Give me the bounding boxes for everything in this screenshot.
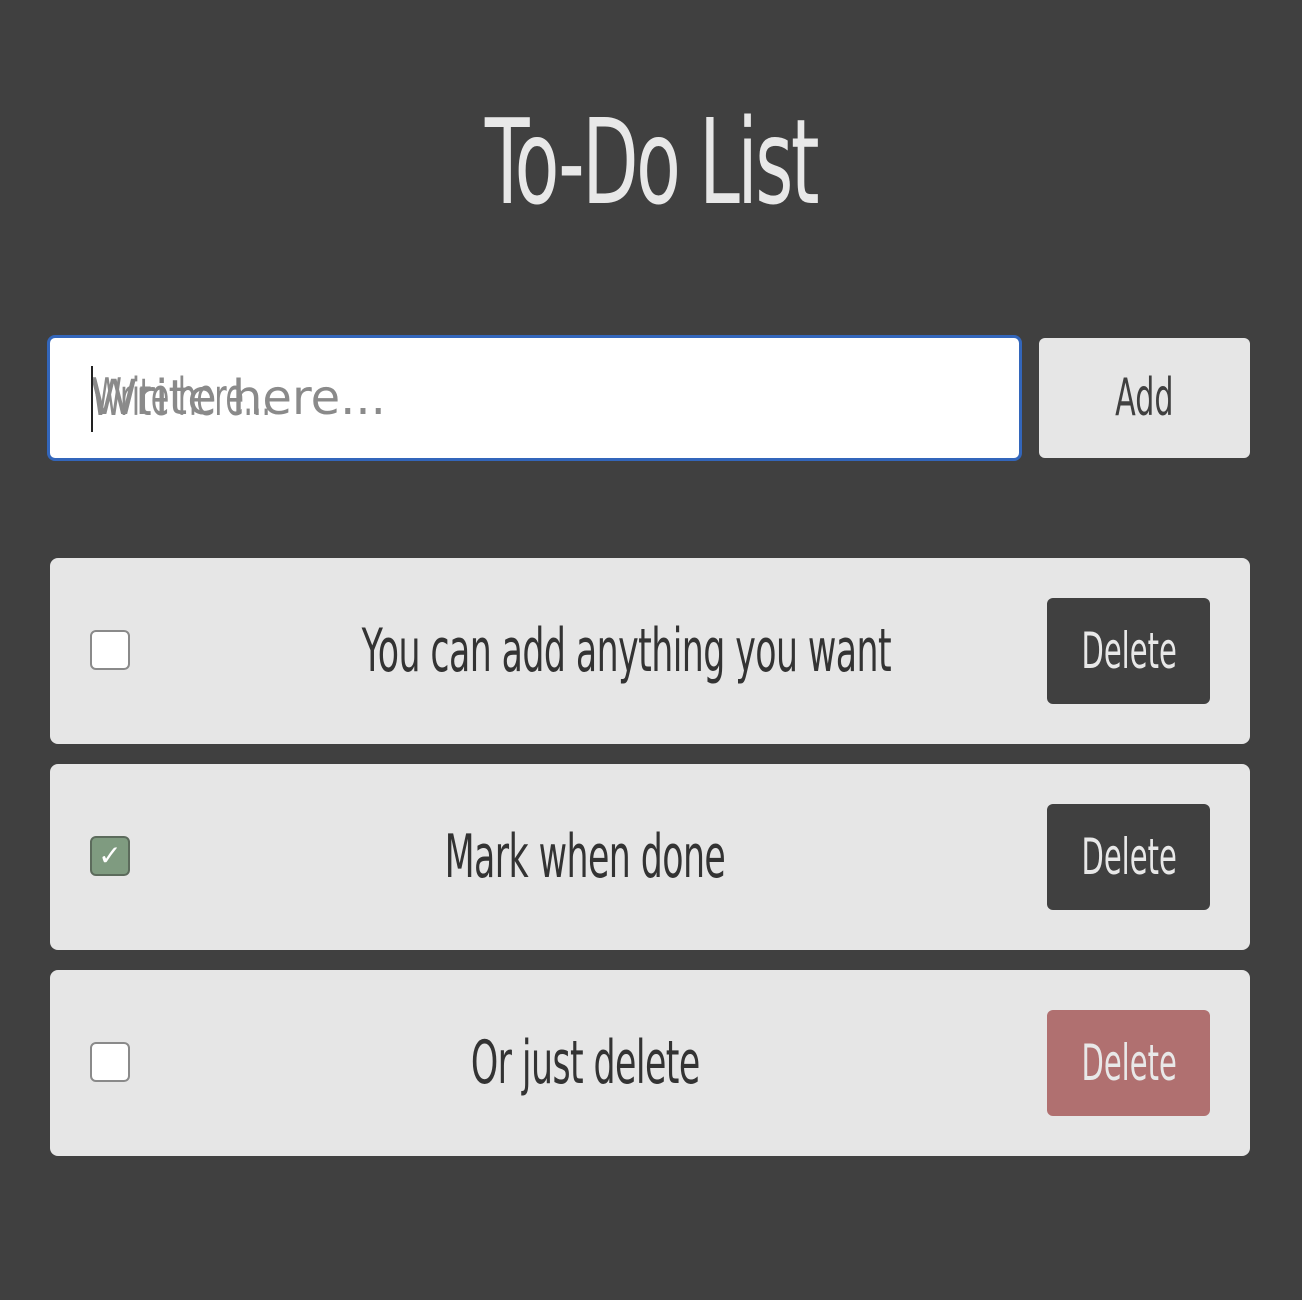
todo-item: You can add anything you want Delete <box>50 558 1250 744</box>
checkmark-icon: ✓ <box>98 839 122 872</box>
delete-button[interactable]: Delete <box>1047 598 1210 704</box>
text-caret <box>91 366 93 432</box>
todo-item: Or just delete Delete <box>50 970 1250 1156</box>
todo-checkbox[interactable]: ✓ <box>90 836 130 876</box>
todo-input[interactable] <box>50 338 1019 458</box>
delete-button-label: Delete <box>1081 828 1177 886</box>
delete-button[interactable]: Delete <box>1047 1010 1210 1116</box>
todo-item: ✓ Mark when done Delete <box>50 764 1250 950</box>
add-button[interactable]: Add <box>1039 338 1250 458</box>
todo-text: Mark when done <box>444 822 726 892</box>
todo-input-container[interactable]: Write here... <box>47 335 1022 461</box>
add-button-label: Add <box>1115 368 1174 428</box>
page-title: To-Do List <box>484 93 820 231</box>
delete-button-label: Delete <box>1081 1034 1177 1092</box>
todo-text: Or just delete <box>470 1028 700 1098</box>
delete-button-label: Delete <box>1081 622 1177 680</box>
todo-text: You can add anything you want <box>361 616 892 686</box>
todo-checkbox[interactable] <box>90 1042 130 1082</box>
todo-checkbox[interactable] <box>90 630 130 670</box>
delete-button[interactable]: Delete <box>1047 804 1210 910</box>
